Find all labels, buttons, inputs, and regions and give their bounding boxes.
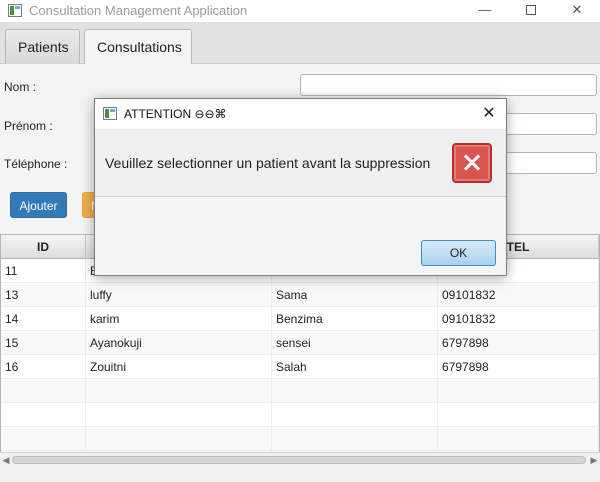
- cell-tel: 6797898: [438, 331, 599, 355]
- scroll-right-icon[interactable]: ▶: [588, 453, 600, 467]
- cell-id: 13: [1, 283, 86, 307]
- maximize-button[interactable]: [508, 0, 554, 22]
- cell-tel: 09101832: [438, 307, 599, 331]
- cell-prenom: Benzima: [272, 307, 438, 331]
- dialog-titlebar: ATTENTION ⊖⊖⌘ ✕: [95, 99, 506, 129]
- cell-id: 11: [1, 259, 86, 283]
- table-row[interactable]: 15 Ayanokuji sensei 6797898: [1, 331, 599, 355]
- cell-prenom: Salah: [272, 355, 438, 379]
- cell-nom: luffy: [86, 283, 272, 307]
- dialog-header: Veuillez selectionner un patient avant l…: [95, 129, 506, 197]
- table-row[interactable]: 14 karim Benzima 09101832: [1, 307, 599, 331]
- table-row-empty: [1, 427, 599, 451]
- cell-tel: 09101832: [438, 283, 599, 307]
- status-bar: [0, 466, 600, 482]
- cell-prenom: Sama: [272, 283, 438, 307]
- table-row-empty: [1, 379, 599, 403]
- cell-nom: Ayanokuji: [86, 331, 272, 355]
- scroll-left-icon[interactable]: ◀: [0, 453, 12, 467]
- dialog-close-button[interactable]: ✕: [477, 103, 501, 125]
- window-titlebar: Consultation Management Application — ✕: [0, 0, 600, 22]
- table-row[interactable]: 13 luffy Sama 09101832: [1, 283, 599, 307]
- minimize-icon: —: [478, 2, 492, 17]
- window-title: Consultation Management Application: [29, 3, 248, 18]
- attention-dialog: ATTENTION ⊖⊖⌘ ✕ Veuillez selectionner un…: [94, 98, 507, 276]
- minimize-button[interactable]: —: [462, 0, 508, 22]
- dialog-title: ATTENTION ⊖⊖⌘: [124, 107, 227, 121]
- cell-nom: karim: [86, 307, 272, 331]
- close-button[interactable]: ✕: [554, 0, 600, 22]
- tab-bar: Patients Consultations: [0, 22, 600, 64]
- add-button[interactable]: Ajouter: [10, 192, 67, 218]
- scrollbar-thumb[interactable]: [12, 456, 586, 464]
- close-icon: ✕: [482, 105, 496, 122]
- cell-id: 14: [1, 307, 86, 331]
- prenom-label: Prénom :: [4, 119, 53, 133]
- close-icon: ✕: [571, 2, 583, 17]
- ok-button[interactable]: OK: [421, 240, 496, 266]
- column-header-id[interactable]: ID: [1, 235, 86, 259]
- table-row[interactable]: 16 Zouitni Salah 6797898: [1, 355, 599, 379]
- error-icon: [452, 143, 492, 183]
- cell-id: 16: [1, 355, 86, 379]
- nom-field[interactable]: [300, 74, 597, 96]
- cell-nom: Zouitni: [86, 355, 272, 379]
- cell-prenom: sensei: [272, 331, 438, 355]
- dialog-message: Veuillez selectionner un patient avant l…: [105, 155, 431, 171]
- dialog-app-icon: [103, 107, 117, 120]
- tab-consultations[interactable]: Consultations: [84, 29, 192, 64]
- nom-label: Nom :: [4, 80, 37, 94]
- cell-tel: 6797898: [438, 355, 599, 379]
- app-icon: [8, 4, 22, 17]
- tab-patients[interactable]: Patients: [5, 29, 80, 64]
- horizontal-scrollbar[interactable]: ◀ ▶: [0, 452, 600, 466]
- cell-id: 15: [1, 331, 86, 355]
- table-row-empty: [1, 403, 599, 427]
- telephone-label: Téléphone :: [4, 157, 68, 171]
- maximize-icon: [526, 5, 536, 15]
